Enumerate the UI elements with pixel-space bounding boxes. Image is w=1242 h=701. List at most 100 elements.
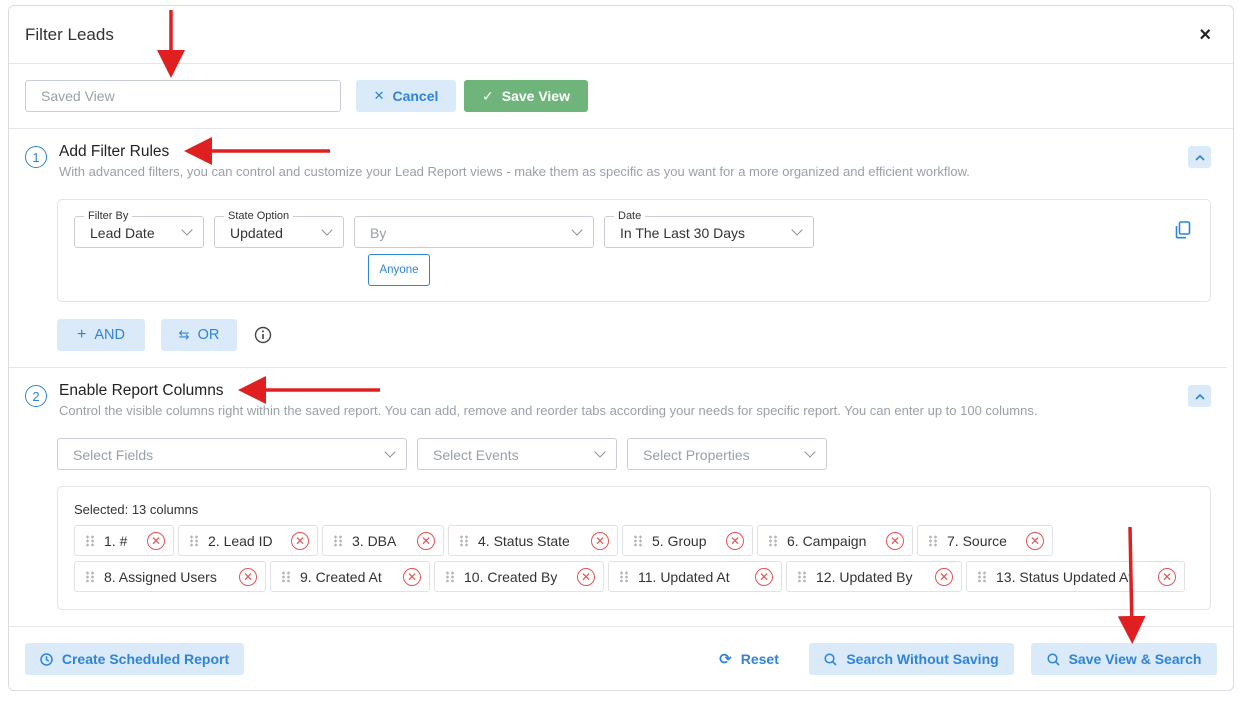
cancel-label: Cancel — [392, 88, 439, 104]
copy-icon[interactable] — [1175, 221, 1191, 239]
and-label: AND — [94, 327, 125, 343]
remove-icon[interactable]: ✕ — [417, 531, 435, 550]
chevron-down-icon — [594, 446, 606, 458]
by-placeholder: By — [370, 225, 387, 241]
date-select[interactable]: Date In The Last 30 Days — [604, 210, 814, 248]
drag-handle-icon[interactable] — [445, 570, 455, 583]
anyone-button[interactable]: Anyone — [368, 254, 430, 286]
filter-by-label: Filter By — [84, 210, 133, 222]
drag-handle-icon[interactable] — [977, 570, 987, 583]
drag-handle-icon[interactable] — [633, 534, 643, 547]
state-option-label: State Option — [224, 210, 294, 222]
filter-section-title: Add Filter Rules — [59, 143, 170, 160]
modal-header: Filter Leads × — [9, 6, 1233, 64]
divider — [9, 128, 1233, 129]
remove-icon[interactable]: ✕ — [239, 567, 257, 586]
drag-handle-icon[interactable] — [85, 534, 95, 547]
column-chip[interactable]: 12. Updated By ✕ — [786, 561, 962, 592]
plus-icon: + — [77, 326, 87, 343]
column-chip[interactable]: 2. Lead ID ✕ — [178, 525, 318, 556]
saved-view-input[interactable] — [25, 80, 341, 112]
date-label: Date — [614, 210, 646, 222]
select-properties-dropdown[interactable]: Select Properties — [627, 438, 827, 470]
remove-icon[interactable]: ✕ — [935, 567, 953, 586]
column-chip[interactable]: 8. Assigned Users ✕ — [74, 561, 266, 592]
reset-label: Reset — [740, 651, 779, 667]
drag-handle-icon[interactable] — [797, 570, 807, 583]
column-chip-label: 6. Campaign — [787, 532, 867, 549]
create-scheduled-report-button[interactable]: Create Scheduled Report — [25, 643, 244, 675]
column-chip[interactable]: 9. Created At ✕ — [270, 561, 430, 592]
save-view-button[interactable]: ✓ Save View — [464, 80, 588, 112]
remove-icon[interactable]: ✕ — [403, 567, 421, 586]
collapse-filter-section-button[interactable] — [1188, 146, 1211, 168]
column-chip[interactable]: 6. Campaign ✕ — [757, 525, 913, 556]
column-chip-label: 10. Created By — [464, 568, 558, 585]
remove-icon[interactable]: ✕ — [755, 567, 773, 586]
remove-icon[interactable]: ✕ — [886, 531, 904, 550]
select-events-dropdown[interactable]: Select Events — [417, 438, 617, 470]
remove-icon[interactable]: ✕ — [1026, 531, 1044, 550]
column-chip[interactable]: 3. DBA ✕ — [322, 525, 444, 556]
drag-handle-icon[interactable] — [189, 534, 199, 547]
filter-leads-modal: Filter Leads × ✕ Cancel ✓ Save View 1 Ad… — [8, 5, 1234, 691]
search-without-saving-label: Search Without Saving — [846, 651, 999, 667]
drag-handle-icon[interactable] — [768, 534, 778, 547]
close-icon[interactable]: × — [1199, 24, 1211, 47]
divider — [9, 626, 1233, 627]
chevron-down-icon — [384, 446, 396, 458]
remove-icon[interactable]: ✕ — [726, 531, 744, 550]
column-chip[interactable]: 1. # ✕ — [74, 525, 174, 556]
select-fields-dropdown[interactable]: Select Fields — [57, 438, 407, 470]
filter-by-select[interactable]: Filter By Lead Date — [74, 210, 204, 248]
remove-icon[interactable]: ✕ — [591, 531, 609, 550]
state-option-select[interactable]: State Option Updated — [214, 210, 344, 248]
search-without-saving-button[interactable]: Search Without Saving — [809, 643, 1014, 675]
column-chip[interactable]: 4. Status State ✕ — [448, 525, 618, 556]
remove-icon[interactable]: ✕ — [291, 531, 309, 550]
drag-handle-icon[interactable] — [928, 534, 938, 547]
drag-handle-icon[interactable] — [333, 534, 343, 547]
column-chip[interactable]: 13. Status Updated At ✕ — [966, 561, 1185, 592]
step-number-2: 2 — [25, 385, 47, 407]
modal-title: Filter Leads — [25, 25, 114, 44]
save-view-and-search-button[interactable]: Save View & Search — [1031, 643, 1217, 675]
clock-icon — [40, 652, 53, 666]
column-chip-label: 8. Assigned Users — [104, 568, 217, 585]
reset-button[interactable]: ⟳ Reset — [709, 643, 789, 675]
column-chip-label: 7. Source — [947, 532, 1007, 549]
chevron-down-icon — [791, 224, 803, 236]
selected-count: Selected: 13 columns — [74, 502, 199, 517]
drag-handle-icon[interactable] — [619, 570, 629, 583]
by-select[interactable]: By — [354, 216, 594, 248]
cancel-button[interactable]: ✕ Cancel — [356, 80, 456, 112]
chevron-up-icon — [1194, 154, 1205, 161]
or-button[interactable]: ⇆ OR — [161, 319, 237, 351]
select-fields-placeholder: Select Fields — [73, 447, 154, 463]
column-chip[interactable]: 7. Source ✕ — [917, 525, 1053, 556]
info-icon[interactable] — [254, 326, 272, 344]
remove-icon[interactable]: ✕ — [577, 567, 595, 586]
filter-by-value: Lead Date — [90, 225, 155, 241]
remove-icon[interactable]: ✕ — [1158, 567, 1176, 586]
column-chip[interactable]: 5. Group ✕ — [622, 525, 753, 556]
save-view-and-search-label: Save View & Search — [1068, 651, 1202, 667]
create-scheduled-report-label: Create Scheduled Report — [61, 651, 230, 667]
date-value: In The Last 30 Days — [620, 225, 746, 241]
columns-section-title: Enable Report Columns — [59, 382, 224, 399]
remove-icon[interactable]: ✕ — [147, 531, 165, 550]
collapse-columns-section-button[interactable] — [1188, 385, 1211, 407]
drag-handle-icon[interactable] — [281, 570, 291, 583]
divider — [9, 367, 1227, 368]
save-view-label: Save View — [501, 88, 570, 104]
column-chip-label: 5. Group — [652, 532, 707, 549]
and-button[interactable]: + AND — [57, 319, 145, 351]
search-icon — [824, 652, 837, 666]
drag-handle-icon[interactable] — [459, 534, 469, 547]
column-chip-label: 3. DBA — [352, 532, 397, 549]
drag-handle-icon[interactable] — [85, 570, 95, 583]
select-properties-placeholder: Select Properties — [643, 447, 750, 463]
chevron-down-icon — [804, 446, 816, 458]
column-chip[interactable]: 10. Created By ✕ — [434, 561, 604, 592]
column-chip[interactable]: 11. Updated At ✕ — [608, 561, 782, 592]
